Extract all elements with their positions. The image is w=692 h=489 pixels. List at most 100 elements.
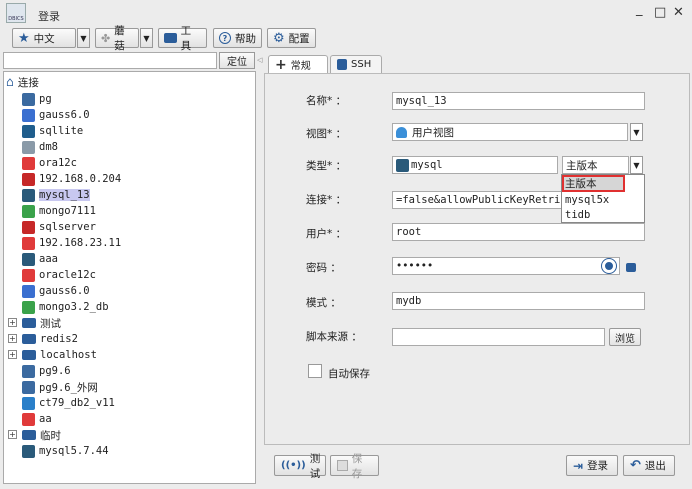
- mysql-icon: [22, 444, 35, 458]
- gauss-icon: [22, 108, 35, 122]
- tree-item[interactable]: localhost: [22, 347, 97, 363]
- home-icon: ⌂: [6, 74, 14, 90]
- user-label: 用户* ：: [306, 228, 347, 240]
- tree-root-label: 连接: [17, 76, 39, 89]
- autosave-label: 自动保存: [328, 368, 370, 380]
- conn-label: 连接* ：: [306, 194, 347, 206]
- action-bar: ((•)) 测试 保存 ⇥ 登录 ↶ 退出: [264, 445, 690, 485]
- minimize-button[interactable]: _: [636, 2, 643, 17]
- tree-item[interactable]: pg: [22, 91, 52, 107]
- exit-button[interactable]: ↶ 退出: [623, 455, 675, 476]
- tree-item-label: aaa: [39, 253, 58, 265]
- tree-item[interactable]: pg9.6: [22, 363, 71, 379]
- tree-item[interactable]: dm8: [22, 139, 58, 155]
- expand-toggle[interactable]: +: [8, 430, 17, 439]
- conn-field[interactable]: =false&allowPublicKeyRetriev: [392, 191, 562, 209]
- tree-item[interactable]: pg9.6_外网: [22, 379, 98, 395]
- save-button[interactable]: 保存: [330, 453, 379, 480]
- back-arrow-icon: ↶: [630, 458, 641, 473]
- help-button[interactable]: ? 帮助: [213, 28, 262, 48]
- tree-item-label: oracle12c: [39, 269, 96, 281]
- type-select[interactable]: mysql: [392, 156, 558, 174]
- tree-item-label: sqlserver: [39, 221, 96, 233]
- tree-item[interactable]: ora12c: [22, 155, 77, 171]
- version-dropdown-arrow[interactable]: ▼: [630, 156, 643, 174]
- mysql-icon: [22, 188, 35, 202]
- connection-tree[interactable]: ⌂ 连接 pg gauss6.0 sqllite dm8 ora12c 192.168.0…: [3, 71, 256, 484]
- version-option[interactable]: mysql5x: [563, 192, 643, 207]
- password-field[interactable]: ••••••: [392, 257, 620, 275]
- locate-button[interactable]: 定位: [219, 52, 255, 69]
- tree-item[interactable]: sqlserver: [22, 219, 96, 235]
- type-label: 类型* ：: [306, 160, 347, 172]
- tree-item-label: 192.168.23.11: [39, 237, 122, 249]
- tree-item[interactable]: mongo3.2_db: [22, 299, 109, 315]
- tree-item[interactable]: mysql_13: [22, 187, 90, 203]
- exit-label: 退出: [644, 460, 666, 472]
- version-select[interactable]: 主版本: [562, 156, 629, 174]
- tree-item[interactable]: oracle12c: [22, 267, 96, 283]
- expand-toggle[interactable]: +: [8, 334, 17, 343]
- tree-item[interactable]: mongo7111: [22, 203, 96, 219]
- plus-icon: +: [275, 56, 287, 73]
- expand-toggle[interactable]: +: [8, 350, 17, 359]
- schema-field[interactable]: mydb: [392, 292, 645, 310]
- tree-item-label: dm8: [39, 141, 58, 153]
- script-field[interactable]: [392, 328, 605, 346]
- theme-dropdown-arrow[interactable]: ▼: [140, 28, 153, 48]
- autosave-checkbox[interactable]: [308, 364, 322, 378]
- db2-icon: [22, 396, 35, 410]
- tree-item[interactable]: 测试: [22, 315, 61, 331]
- folder-icon: [22, 334, 36, 344]
- expand-toggle[interactable]: +: [8, 318, 17, 327]
- sqlserver-icon: [22, 220, 35, 234]
- eye-icon[interactable]: [601, 258, 617, 274]
- floppy-icon: [337, 460, 348, 471]
- tree-item[interactable]: 临时: [22, 427, 61, 443]
- gauss-icon: [22, 284, 35, 298]
- tab-general[interactable]: + 常规: [268, 55, 328, 73]
- antenna-icon: ((•)): [281, 460, 306, 471]
- gear-icon: ⚙: [273, 30, 285, 46]
- lock-toggle-icon[interactable]: [626, 263, 636, 272]
- lock-icon: [337, 59, 347, 70]
- tree-root[interactable]: ⌂ 连接: [6, 74, 39, 90]
- name-label: 名称* ：: [306, 95, 347, 107]
- language-dropdown-arrow[interactable]: ▼: [77, 28, 90, 48]
- tree-item[interactable]: aa: [22, 411, 52, 427]
- language-select[interactable]: ★ 中文: [12, 28, 76, 48]
- view-dropdown-arrow[interactable]: ▼: [630, 123, 643, 141]
- view-select[interactable]: 用户视图: [392, 123, 628, 141]
- user-icon: [396, 126, 407, 138]
- login-button[interactable]: ⇥ 登录: [566, 455, 618, 476]
- type-value: mysql: [411, 159, 443, 171]
- mongo-icon: [22, 204, 35, 218]
- search-input[interactable]: [3, 52, 217, 69]
- config-button[interactable]: ⚙ 配置: [267, 28, 316, 48]
- version-dropdown-list[interactable]: 主版本 mysql5x tidb: [561, 174, 645, 223]
- name-field[interactable]: mysql_13: [392, 92, 645, 110]
- tree-item[interactable]: ct79_db2_v11: [22, 395, 115, 411]
- test-button[interactable]: ((•)) 测试: [274, 453, 326, 480]
- tree-item[interactable]: gauss6.0: [22, 107, 90, 123]
- theme-select[interactable]: ✤ 蘑菇: [95, 25, 139, 52]
- user-field[interactable]: root: [392, 223, 645, 241]
- tree-item[interactable]: mysql5.7.44: [22, 443, 109, 459]
- maximize-button[interactable]: □: [654, 5, 666, 20]
- tools-button[interactable]: 工具: [158, 25, 207, 52]
- tree-item[interactable]: 192.168.23.11: [22, 235, 121, 251]
- version-option[interactable]: 主版本: [562, 175, 625, 192]
- tree-item[interactable]: 192.168.0.204: [22, 171, 121, 187]
- tree-item[interactable]: gauss6.0: [22, 283, 90, 299]
- version-option[interactable]: tidb: [563, 207, 643, 222]
- tree-item-label: 临时: [40, 429, 61, 442]
- login-label: 登录: [587, 460, 609, 472]
- browse-button[interactable]: 浏览: [609, 328, 641, 346]
- tree-item[interactable]: sqllite: [22, 123, 83, 139]
- close-button[interactable]: ✕: [673, 5, 684, 20]
- tab-ssh[interactable]: SSH: [330, 55, 382, 73]
- splitter-handle[interactable]: ◁: [257, 56, 263, 68]
- tree-item-label: pg: [39, 93, 52, 105]
- tree-item[interactable]: aaa: [22, 251, 58, 267]
- tree-item[interactable]: redis2: [22, 331, 78, 347]
